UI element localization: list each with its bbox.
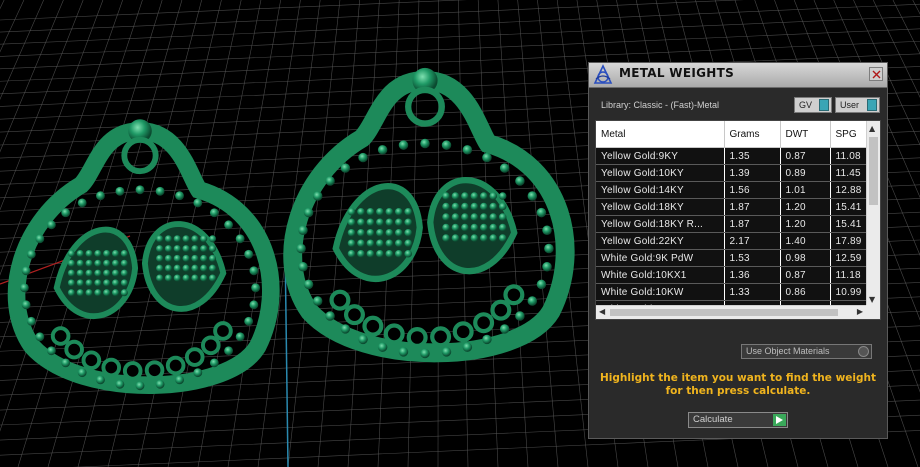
close-button[interactable] <box>869 67 883 81</box>
scrollbar-corner <box>866 305 880 319</box>
vertical-scroll-thumb[interactable] <box>869 137 878 205</box>
table-row[interactable]: Yellow Gold:10KY 1.39 0.89 11.45 <box>596 164 866 182</box>
user-toggle[interactable]: User <box>835 97 880 113</box>
table-cell: Yellow Gold:18KY <box>596 198 725 216</box>
instruction-line-1: Highlight the item you want to find the … <box>600 372 876 384</box>
table-cell: 0.89 <box>780 164 831 182</box>
table-cell: 1.33 <box>724 283 781 301</box>
table-row[interactable]: Yellow Gold:22KY 2.17 1.40 17.89 <box>596 232 866 250</box>
table-cell: 10.99 <box>830 283 866 301</box>
column-header[interactable]: SPG <box>830 121 866 148</box>
table-cell: 17.89 <box>830 232 866 250</box>
panel-title: METAL WEIGHTS <box>619 66 735 80</box>
table-cell: 0.98 <box>780 249 831 267</box>
table-cell: 1.39 <box>724 164 781 182</box>
table-cell: White Gold:9K PdW <box>596 249 725 267</box>
table-cell: 1.56 <box>724 181 781 199</box>
scroll-up-icon[interactable]: ▲ <box>869 124 875 133</box>
table-cell: 1.40 <box>780 232 831 250</box>
table-row[interactable]: Yellow Gold:14KY 1.56 1.01 12.88 <box>596 181 866 199</box>
calculate-button[interactable]: Calculate <box>688 412 788 428</box>
table-cell: 1.87 <box>724 198 781 216</box>
table-cell: 1.53 <box>724 249 781 267</box>
scroll-right-icon[interactable]: ▶ <box>857 307 863 316</box>
table-cell: 11.18 <box>830 266 866 284</box>
close-icon <box>872 70 881 79</box>
table-cell: Yellow Gold:10KY <box>596 164 725 182</box>
table-row[interactable]: White Gold:10KW 1.33 0.86 10.99 <box>596 283 866 301</box>
use-object-materials-label: Use Object Materials <box>746 346 830 356</box>
table-cell: 1.35 <box>724 147 781 165</box>
metal-weights-panel: METAL WEIGHTS Library: Classic - (Fast)-… <box>588 62 888 439</box>
instruction-line-2: for then press calculate. <box>665 385 811 397</box>
play-arrow-icon <box>773 414 786 426</box>
table-row[interactable]: Yellow Gold:9KY 1.35 0.87 11.08 <box>596 147 866 165</box>
table-header-row: Metal Grams DWT SPG <box>596 121 866 148</box>
table-cell: 1.01 <box>780 181 831 199</box>
table-cell: Yellow Gold:18KY R... <box>596 215 725 233</box>
table-cell: White Gold:10KW <box>596 283 725 301</box>
vertical-scrollbar[interactable]: ▲ ▼ <box>866 121 880 307</box>
table-cell: 0.86 <box>780 283 831 301</box>
library-label: Library: Classic - (Fast)-Metal <box>601 100 720 110</box>
table-row[interactable]: Yellow Gold:18KY R... 1.87 1.20 15.41 <box>596 215 866 233</box>
table-row[interactable]: White Gold:9K PdW 1.53 0.98 12.59 <box>596 249 866 267</box>
calculate-label: Calculate <box>693 414 733 425</box>
table-cell: 0.87 <box>780 147 831 165</box>
instruction-text: Highlight the item you want to find the … <box>589 372 887 398</box>
table-cell: 15.41 <box>830 198 866 216</box>
table-cell: Yellow Gold:14KY <box>596 181 725 199</box>
gv-toggle-indicator <box>819 99 829 111</box>
table-cell: 1.36 <box>724 266 781 284</box>
column-header[interactable]: Grams <box>724 121 781 148</box>
table-cell: 15.41 <box>830 215 866 233</box>
table-row[interactable]: Yellow Gold:18KY 1.87 1.20 15.41 <box>596 198 866 216</box>
earring-model-right[interactable] <box>283 67 575 363</box>
table-row[interactable]: White Gold:10KX1 1.36 0.87 11.18 <box>596 266 866 284</box>
radio-indicator-icon <box>858 346 869 357</box>
gv-toggle[interactable]: GV <box>794 97 832 113</box>
earring-model-left[interactable] <box>7 119 280 394</box>
table-cell: 12.88 <box>830 181 866 199</box>
table-cell: 2.17 <box>724 232 781 250</box>
table-cell: White Gold:10KX1 <box>596 266 725 284</box>
table-cell: Yellow Gold:9KY <box>596 147 725 165</box>
use-object-materials-button[interactable]: Use Object Materials <box>741 344 872 359</box>
table-cell: 11.45 <box>830 164 866 182</box>
table-cell: 1.20 <box>780 215 831 233</box>
table-cell: 1.87 <box>724 215 781 233</box>
user-toggle-label: User <box>840 100 860 110</box>
column-header[interactable]: Metal <box>596 121 725 148</box>
table-cell: 0.87 <box>780 266 831 284</box>
panel-titlebar[interactable]: METAL WEIGHTS <box>589 63 887 88</box>
scroll-left-icon[interactable]: ◀ <box>599 307 605 316</box>
column-header[interactable]: DWT <box>780 121 831 148</box>
user-toggle-indicator <box>867 99 877 111</box>
table-cell: 11.08 <box>830 147 866 165</box>
metal-table[interactable]: Metal Grams DWT SPG Yellow Gold:9KY 1.35 0.87… <box>595 120 881 320</box>
gv-toggle-label: GV <box>799 100 813 110</box>
horizontal-scrollbar[interactable]: ◀ ▶ <box>596 305 866 319</box>
scroll-down-icon[interactable]: ▼ <box>869 295 875 304</box>
table-cell: 1.20 <box>780 198 831 216</box>
table-cell: Yellow Gold:22KY <box>596 232 725 250</box>
table-cell: 12.59 <box>830 249 866 267</box>
jewelcad-logo-icon <box>592 64 614 86</box>
horizontal-scroll-thumb[interactable] <box>610 309 838 316</box>
